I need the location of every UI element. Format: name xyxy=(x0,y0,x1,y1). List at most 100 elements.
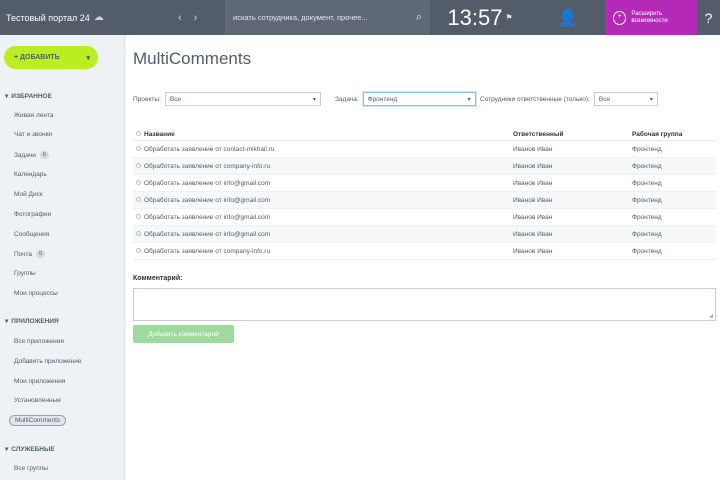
search-input[interactable]: искать сотрудника, документ, прочее... xyxy=(233,13,368,22)
sidebar-item-chat[interactable]: Чат и звонки xyxy=(14,131,52,138)
cell-responsible: Иванов Иван xyxy=(513,196,553,204)
row-checkbox[interactable] xyxy=(136,180,141,186)
sidebar-item-feed[interactable]: Живая лента xyxy=(14,112,53,119)
search-bar[interactable]: искать сотрудника, документ, прочее... ⌕ xyxy=(225,0,430,35)
table-header: Название Ответственный Рабочая группа xyxy=(133,128,716,141)
header-responsible[interactable]: Ответственный xyxy=(508,131,620,138)
cell-group: Фронтенд xyxy=(632,247,662,255)
user-icon[interactable]: 👤 xyxy=(558,8,578,28)
cell-name[interactable]: Обработать заявление от company-info.ru xyxy=(133,248,508,255)
sidebar-item-all-apps[interactable]: Все приложения xyxy=(14,338,64,345)
sidebar-item-photos[interactable]: Фотографии xyxy=(14,211,51,218)
table-row[interactable]: Обработать заявление от info@gmail.com Ив… xyxy=(133,192,716,209)
cloud-icon: ☁ xyxy=(93,12,104,23)
back-arrow-icon[interactable]: ‹ xyxy=(178,12,182,24)
sidebar-item-tasks[interactable]: Задачи 6 xyxy=(14,151,49,159)
sidebar-item-messages[interactable]: Сообщения xyxy=(14,231,49,238)
cell-group: Фронтенд xyxy=(632,196,662,204)
comment-label: Комментарий: xyxy=(133,275,183,282)
comment-textarea[interactable]: ◢ xyxy=(133,288,716,321)
filter-task: Задача: Фронтенд ▾ xyxy=(335,92,476,106)
tasks-table: Название Ответственный Рабочая группа Об… xyxy=(133,128,716,260)
row-checkbox[interactable] xyxy=(136,163,141,169)
upgrade-icon: + xyxy=(613,10,627,25)
table-row[interactable]: Обработать заявление от info@gmail.com Ив… xyxy=(133,209,716,226)
create-button[interactable]: + ДОБАВИТЬ ▾ xyxy=(4,46,98,69)
sidebar-item-groups[interactable]: Группы xyxy=(14,270,36,277)
cell-responsible: Иванов Иван xyxy=(513,230,553,238)
section-applications[interactable]: ▾ ПРИЛОЖЕНИЯ xyxy=(5,317,59,326)
projects-select[interactable]: Все ▾ xyxy=(164,92,321,106)
cell-responsible: Иванов Иван xyxy=(513,179,553,187)
clock[interactable]: 13:57 ⚑ xyxy=(430,5,530,31)
table-row[interactable]: Обработать заявление от info@gmail.com Ив… xyxy=(133,226,716,243)
promo-text: Расширить возможности xyxy=(631,10,668,24)
search-icon[interactable]: ⌕ xyxy=(416,11,422,24)
row-checkbox[interactable] xyxy=(136,248,141,254)
page-title: MultiComments xyxy=(133,49,252,68)
sidebar-item-processes[interactable]: Мои процессы xyxy=(14,290,58,297)
sidebar-item-mail[interactable]: Почта 0 xyxy=(14,250,46,258)
sidebar-item-all-groups[interactable]: Все группы xyxy=(14,465,48,472)
chevron-down-icon: ▾ xyxy=(467,96,471,103)
task-select[interactable]: Фронтенд ▾ xyxy=(362,92,476,106)
section-service[interactable]: ▾ СЛУЖЕБНЫЕ xyxy=(5,445,55,454)
collapse-icon: ▾ xyxy=(5,318,9,325)
help-icon[interactable]: ? xyxy=(705,10,713,26)
cell-group: Фронтенд xyxy=(632,230,662,238)
cell-group: Фронтенд xyxy=(632,179,662,187)
select-all-checkbox[interactable] xyxy=(136,131,141,137)
cell-name[interactable]: Обработать заявление от info@gmail.com xyxy=(133,214,508,221)
table-row[interactable]: Обработать заявление от contact-mikhail.… xyxy=(133,141,716,158)
cell-responsible: Иванов Иван xyxy=(513,162,553,170)
row-checkbox[interactable] xyxy=(136,231,141,237)
left-sidebar: + ДОБАВИТЬ ▾ ▾ ИЗБРАННОЕ Живая лента Чат… xyxy=(0,35,125,480)
cell-group: Фронтенд xyxy=(632,145,662,153)
history-nav: ‹ › xyxy=(150,12,225,24)
filter-responsible-label: Сотрудники ответственные (только): xyxy=(480,95,590,103)
collapse-icon: ▾ xyxy=(5,446,9,453)
chevron-down-icon: ▾ xyxy=(86,54,90,62)
filter-projects: Проекты: Все ▾ xyxy=(133,92,321,106)
cell-name[interactable]: Обработать заявление от info@gmail.com xyxy=(133,180,508,187)
top-bar: Тестовый портал 24 ☁ ‹ › искать сотрудни… xyxy=(0,0,720,35)
forward-arrow-icon[interactable]: › xyxy=(194,12,198,24)
cell-name[interactable]: Обработать заявление от info@gmail.com xyxy=(133,231,508,238)
sidebar-item-multicomments[interactable]: MultiComments xyxy=(9,415,67,426)
resize-handle-icon[interactable]: ◢ xyxy=(709,313,713,319)
help-button[interactable]: ? xyxy=(697,10,720,26)
create-button-label: + ДОБАВИТЬ xyxy=(14,54,60,61)
tasks-counter: 6 xyxy=(39,151,49,159)
cell-responsible: Иванов Иван xyxy=(513,145,553,153)
cell-group: Фронтенд xyxy=(632,213,662,221)
chevron-down-icon: ▾ xyxy=(649,96,653,103)
add-comment-button[interactable]: Добавить комментарий xyxy=(133,325,234,343)
promo-button[interactable]: + Расширить возможности xyxy=(605,0,697,35)
sidebar-item-calendar[interactable]: Календарь xyxy=(14,171,47,178)
table-row[interactable]: Обработать заявление от company-info.ru И… xyxy=(133,243,716,260)
flag-icon: ⚑ xyxy=(505,13,513,22)
sidebar-item-my-apps[interactable]: Мои приложения xyxy=(14,378,65,385)
responsible-select[interactable]: Все ▾ xyxy=(593,92,658,106)
section-favorites[interactable]: ▾ ИЗБРАННОЕ xyxy=(5,92,52,101)
filter-projects-label: Проекты: xyxy=(133,95,161,103)
sidebar-item-installed[interactable]: Установленные xyxy=(14,397,61,404)
clock-time: 13:57 xyxy=(447,4,503,30)
header-name: Название xyxy=(133,131,508,138)
cell-responsible: Иванов Иван xyxy=(513,247,553,255)
collapse-icon: ▾ xyxy=(5,93,9,100)
table-row[interactable]: Обработать заявление от company-info.ru И… xyxy=(133,158,716,175)
sidebar-item-add-app[interactable]: Добавить приложение xyxy=(14,358,82,365)
main-content: MultiComments Проекты: Все ▾ Задача: Фрон… xyxy=(126,35,720,480)
header-group[interactable]: Рабочая группа xyxy=(620,131,716,138)
row-checkbox[interactable] xyxy=(136,146,141,152)
row-checkbox[interactable] xyxy=(136,197,141,203)
table-row[interactable]: Обработать заявление от info@gmail.com Ив… xyxy=(133,175,716,192)
user-menu[interactable]: 👤 xyxy=(530,8,605,28)
cell-name[interactable]: Обработать заявление от contact-mikhail.… xyxy=(133,146,508,153)
row-checkbox[interactable] xyxy=(136,214,141,220)
portal-logo[interactable]: Тестовый портал 24 ☁ xyxy=(0,12,150,23)
sidebar-item-drive[interactable]: Мой Диск xyxy=(14,191,43,198)
cell-name[interactable]: Обработать заявление от info@gmail.com xyxy=(133,197,508,204)
cell-name[interactable]: Обработать заявление от company-info.ru xyxy=(133,163,508,170)
